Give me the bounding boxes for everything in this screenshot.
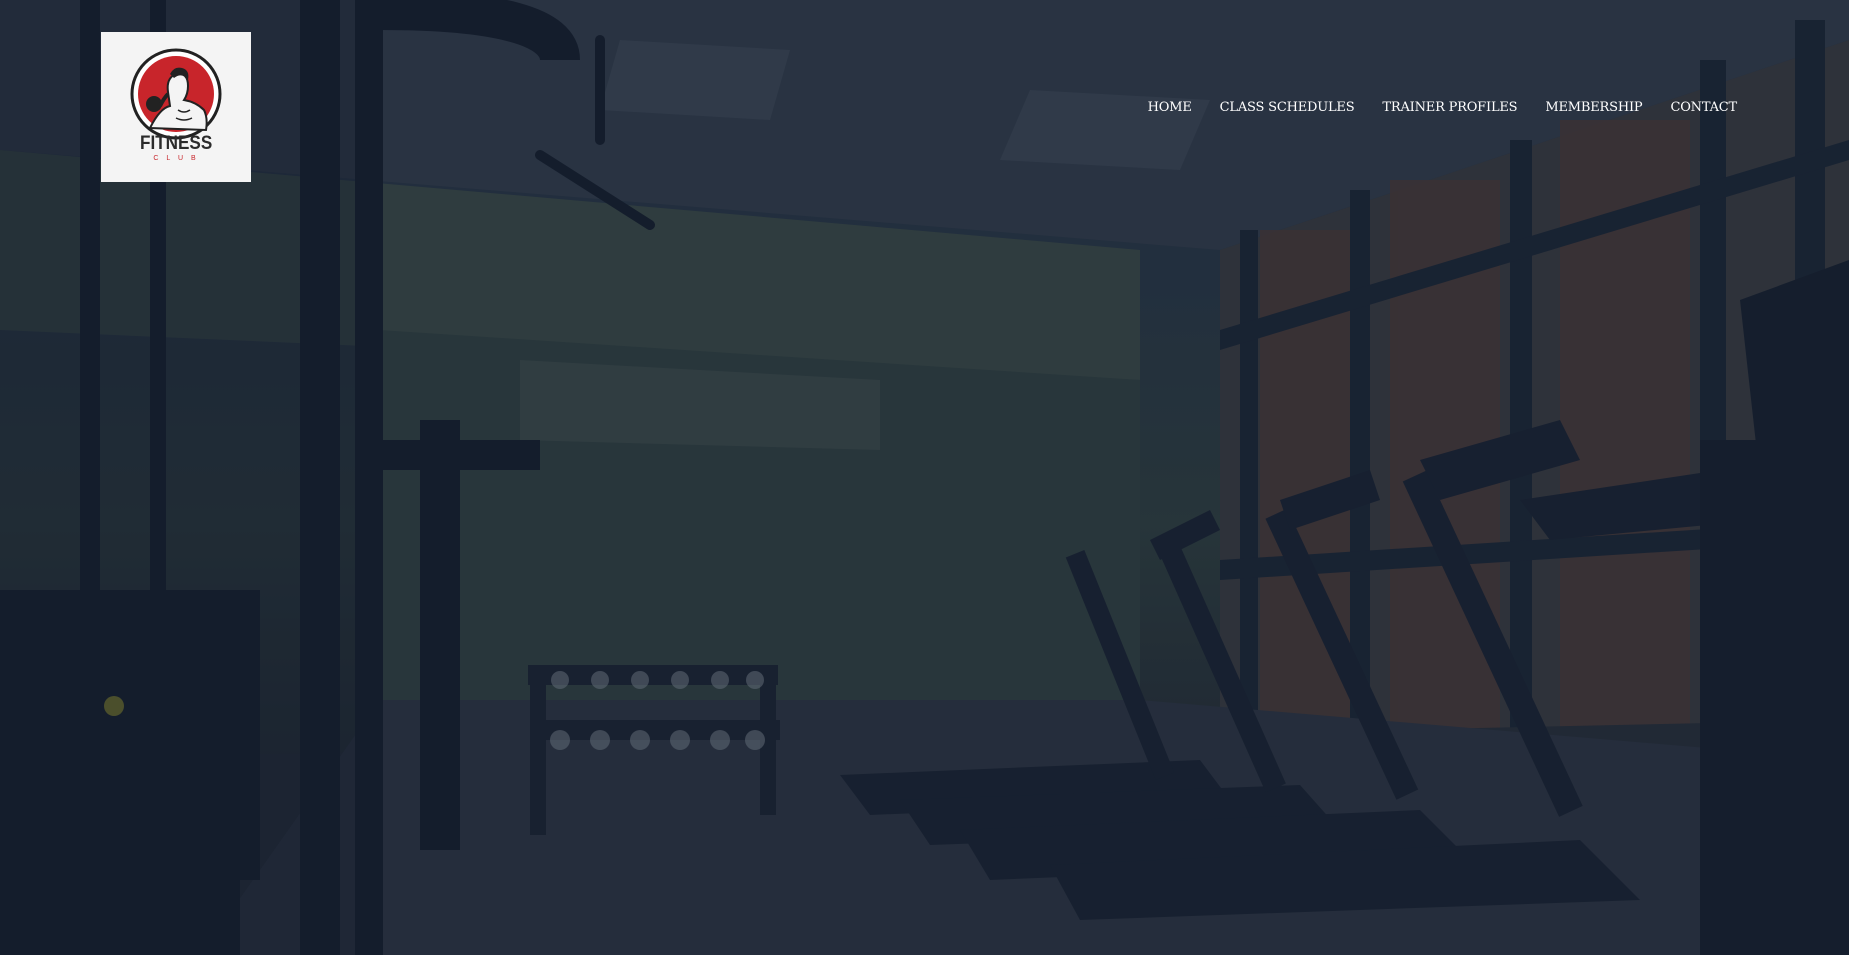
bodybuilder-emblem-icon [130,48,222,140]
nav-item-contact[interactable]: CONTACT [1656,98,1737,118]
hero-dark-overlay [0,0,1849,955]
nav-item-home[interactable]: HOME [1134,98,1206,118]
logo-title: FITNESS [139,133,213,154]
nav-item-membership[interactable]: MEMBERSHIP [1531,98,1656,118]
nav-item-trainer-profiles[interactable]: TRAINER PROFILES [1368,98,1531,118]
logo[interactable]: FITNESS C L U B [101,32,251,182]
main-navigation: HOME CLASS SCHEDULES TRAINER PROFILES ME… [1134,98,1738,118]
logo-tagline: C L U B [153,155,199,162]
hero-section: FITNESS C L U B HOME CLASS SCHEDULES TRA… [0,0,1849,955]
nav-item-class-schedules[interactable]: CLASS SCHEDULES [1206,98,1369,118]
